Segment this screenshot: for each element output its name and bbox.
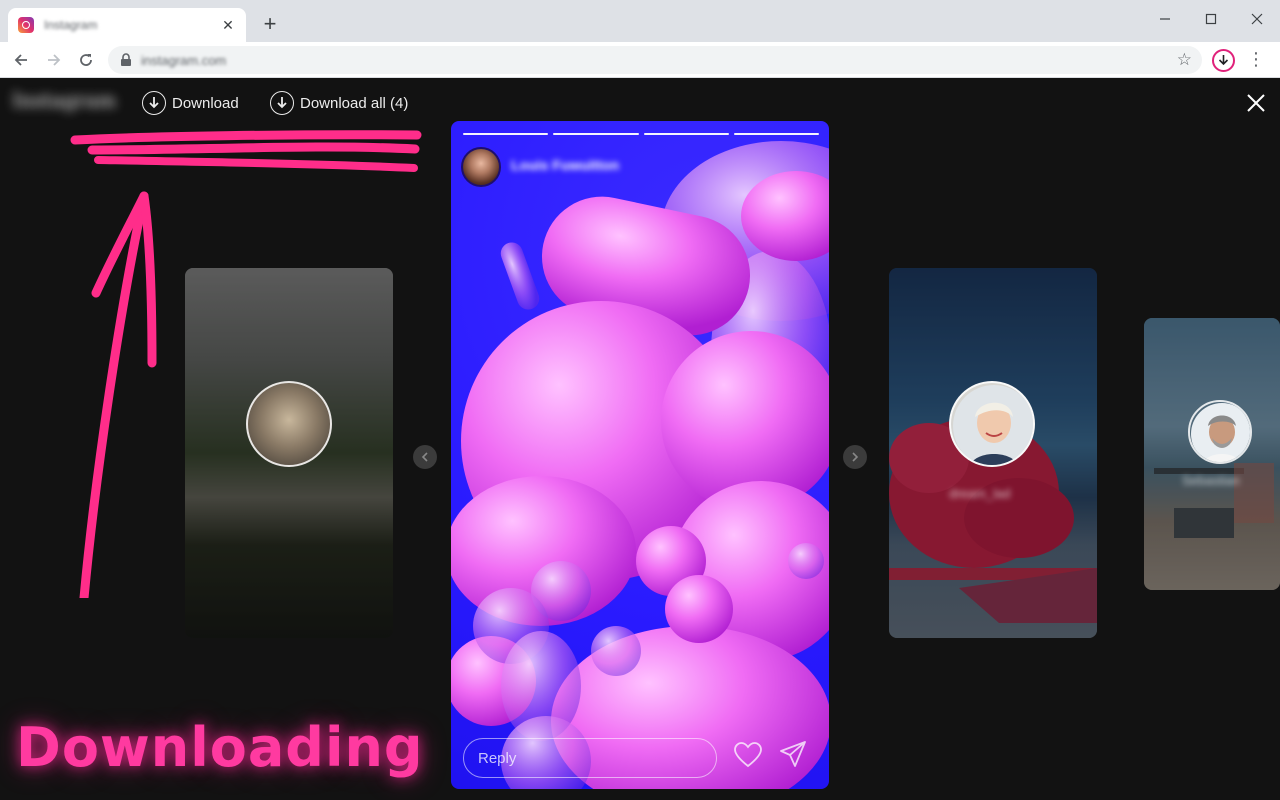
menu-icon[interactable]: ⋮ — [1247, 50, 1265, 68]
send-icon[interactable] — [778, 740, 808, 768]
author-name[interactable]: Louis Fuwuitton — [511, 157, 619, 173]
close-window-icon[interactable] — [1234, 0, 1280, 38]
new-tab-button[interactable]: + — [258, 12, 282, 36]
address-bar[interactable]: instagram.com ☆ — [108, 46, 1202, 74]
next-story-button[interactable] — [843, 445, 867, 469]
tab-title: Instagram — [44, 18, 98, 32]
progress-segment — [553, 133, 639, 135]
download-extension-icon[interactable] — [1212, 49, 1235, 72]
author-avatar[interactable] — [461, 147, 501, 187]
close-viewer-icon[interactable] — [1244, 91, 1268, 115]
window-controls — [1142, 0, 1280, 38]
tab-strip: Instagram ✕ + — [0, 0, 1280, 42]
tab-close-icon[interactable]: ✕ — [220, 17, 236, 34]
story-card-right-2[interactable]: Sebastian — [1144, 318, 1280, 590]
minimize-icon[interactable] — [1142, 0, 1188, 38]
current-story[interactable]: Louis Fuwuitton Reply — [451, 121, 829, 789]
forward-icon[interactable] — [42, 48, 66, 72]
annotation-headline: Downloading — [16, 716, 424, 779]
instagram-favicon-icon — [18, 17, 34, 33]
lock-icon — [121, 53, 131, 66]
progress-segment — [643, 133, 729, 135]
avatar — [1188, 400, 1252, 464]
avatar — [949, 381, 1035, 467]
tab-instagram[interactable]: Instagram ✕ — [8, 8, 246, 42]
reply-input[interactable]: Reply — [463, 738, 717, 778]
annotation-arrow — [70, 130, 422, 598]
reply-placeholder: Reply — [478, 750, 517, 767]
story-progress-bar — [463, 133, 819, 135]
story-username: Sebastian — [1182, 473, 1240, 488]
maximize-icon[interactable] — [1188, 0, 1234, 38]
reload-icon[interactable] — [74, 48, 98, 72]
browser-toolbar: instagram.com ☆ ⋮ — [0, 42, 1280, 78]
progress-segment — [733, 133, 819, 135]
star-icon[interactable]: ☆ — [1177, 50, 1192, 70]
back-icon[interactable] — [9, 48, 33, 72]
heart-icon[interactable] — [733, 741, 763, 769]
progress-segment — [463, 133, 549, 135]
story-image — [451, 141, 829, 789]
story-viewer: Instagram Download Download all (4) Loui… — [0, 78, 1280, 800]
story-card-right-1[interactable]: dream_lad — [889, 268, 1097, 638]
url-text: instagram.com — [141, 53, 227, 68]
story-username: dream_lad — [949, 486, 1011, 501]
